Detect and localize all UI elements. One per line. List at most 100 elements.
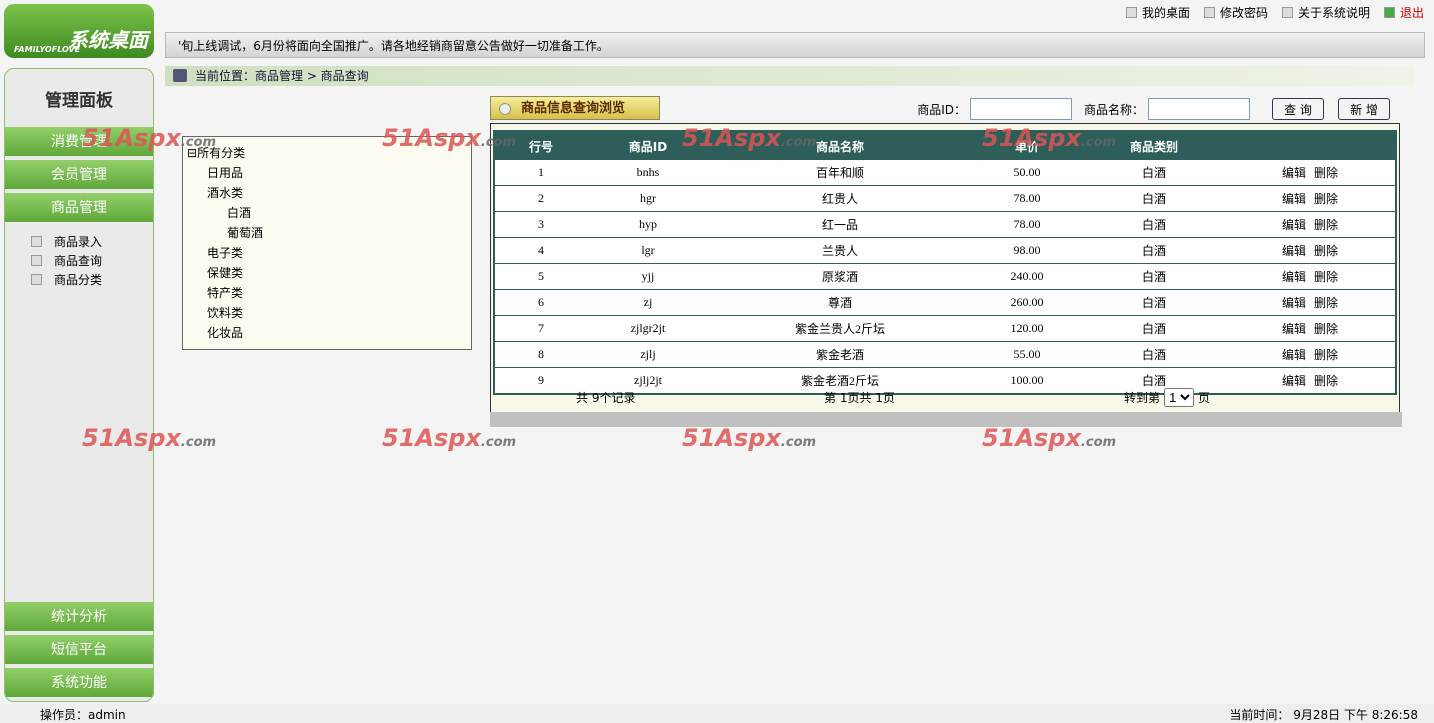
breadcrumb: 当前位置：商品管理 > 商品查询 [165,66,1413,86]
actions-cell: 编辑 删除 [1225,341,1396,368]
table-cell: hyp [587,211,709,238]
actions-cell: 编辑 删除 [1225,315,1396,342]
delete-link[interactable]: 删除 [1314,348,1338,362]
table-cell: 红一品 [709,211,971,238]
tree-node[interactable]: 保健类 [187,263,471,283]
table-row: 4 lgr 兰贵人 98.00 白酒 编辑 删除 [494,237,1396,264]
table-cell: zj [587,289,709,316]
tree-node[interactable]: 特产类 [187,283,471,303]
table-cell: 5 [494,263,587,290]
table-cell: 红贵人 [709,185,971,212]
add-button[interactable]: 新 增 [1338,98,1390,120]
table-cell: 120.00 [971,315,1083,342]
actions-cell: 编辑 删除 [1225,263,1396,290]
search-bar: 商品ID： 商品名称： 查 询 新 增 [917,98,1390,120]
menu-system[interactable]: 系统功能 [5,668,153,697]
tree-node[interactable]: 白酒 [187,203,471,223]
table-cell: lgr [587,237,709,264]
table-cell: 50.00 [971,160,1083,186]
table-cell: 98.00 [971,237,1083,264]
table-cell: 240.00 [971,263,1083,290]
product-id-input[interactable] [969,98,1072,120]
tree-node[interactable]: 化妆品 [187,323,471,343]
square-icon [1281,7,1293,18]
menu-products[interactable]: 商品管理 [5,193,153,222]
table-cell: 78.00 [971,211,1083,238]
submenu-product-entry[interactable]: 商品录入 [31,232,153,251]
menu-sms[interactable]: 短信平台 [5,635,153,664]
logo: FAMILYOFLOVE 系统桌面 [4,4,154,58]
nav-desktop[interactable]: 我的桌面 [1125,4,1190,21]
nav-change-password[interactable]: 修改密码 [1203,4,1268,21]
table-cell: 白酒 [1083,185,1225,212]
table-cell: zjlj [587,341,709,368]
tree-node-root[interactable]: ⊟所有分类 [187,143,471,163]
panel-shadow [490,412,1402,427]
tree-node[interactable]: 饮料类 [187,303,471,323]
panel-title: 商品信息查询浏览 [490,96,660,120]
tree-node[interactable]: 酒水类 [187,183,471,203]
actions-cell: 编辑 删除 [1225,211,1396,238]
delete-link[interactable]: 删除 [1314,296,1338,310]
table-cell: 2 [494,185,587,212]
table-cell: 兰贵人 [709,237,971,264]
menu-members[interactable]: 会员管理 [5,160,153,189]
edit-link[interactable]: 编辑 [1282,218,1306,232]
edit-link[interactable]: 编辑 [1282,322,1306,336]
table-cell: 1 [494,160,587,186]
table-row: 1 bnhs 百年和顺 50.00 白酒 编辑 删除 [494,160,1396,186]
actions-cell: 编辑 删除 [1225,289,1396,316]
table-cell: 白酒 [1083,160,1225,186]
watermark: 51Aspx.com [382,424,517,452]
delete-link[interactable]: 删除 [1314,192,1338,206]
menu-statistics[interactable]: 统计分析 [5,602,153,631]
actions-cell: 编辑 删除 [1225,160,1396,186]
table-row: 6 zj 尊酒 260.00 白酒 编辑 删除 [494,289,1396,316]
nav-logout[interactable]: 退出 [1383,4,1424,21]
col-name: 商品名称 [709,131,971,160]
search-button[interactable]: 查 询 [1272,98,1324,120]
square-icon [1203,7,1215,18]
product-name-input[interactable] [1148,98,1250,120]
col-id: 商品ID [587,131,709,160]
edit-link[interactable]: 编辑 [1282,348,1306,362]
edit-link[interactable]: 编辑 [1282,244,1306,258]
actions-cell: 编辑 删除 [1225,185,1396,212]
col-price: 单价 [971,131,1083,160]
table-cell: 8 [494,341,587,368]
square-icon [1383,7,1395,18]
edit-link[interactable]: 编辑 [1282,270,1306,284]
submenu-product-category[interactable]: 商品分类 [31,270,153,289]
edit-link[interactable]: 编辑 [1282,192,1306,206]
table-cell: 紫金兰贵人2斤坛 [709,315,971,342]
tree-node[interactable]: 日用品 [187,163,471,183]
delete-link[interactable]: 删除 [1314,270,1338,284]
table-cell: 白酒 [1083,315,1225,342]
delete-link[interactable]: 删除 [1314,244,1338,258]
table-cell: 白酒 [1083,263,1225,290]
square-icon [1125,7,1137,18]
table-cell: 7 [494,315,587,342]
menu-consumption[interactable]: 消费管理 [5,127,153,156]
submenu-product-query[interactable]: 商品查询 [31,251,153,270]
edit-link[interactable]: 编辑 [1282,166,1306,180]
tree-node[interactable]: 葡萄酒 [187,223,471,243]
tree-node[interactable]: 电子类 [187,243,471,263]
page-select[interactable]: 1 [1164,387,1195,407]
delete-link[interactable]: 删除 [1314,166,1338,180]
table-cell: 4 [494,237,587,264]
delete-link[interactable]: 删除 [1314,322,1338,336]
table-cell: 百年和顺 [709,160,971,186]
col-actions [1225,131,1396,160]
table-cell: yjj [587,263,709,290]
table-cell: 78.00 [971,185,1083,212]
table-row: 8 zjlj 紫金老酒 55.00 白酒 编辑 删除 [494,341,1396,368]
edit-link[interactable]: 编辑 [1282,296,1306,310]
table-cell: 白酒 [1083,211,1225,238]
table-cell: 白酒 [1083,289,1225,316]
table-row: 7 zjlgr2jt 紫金兰贵人2斤坛 120.00 白酒 编辑 删除 [494,315,1396,342]
category-tree: ⊟所有分类 日用品 酒水类 白酒 葡萄酒 电子类 保健类 特产类 饮料类 化妆品 [182,136,472,350]
table-cell: zjlgr2jt [587,315,709,342]
delete-link[interactable]: 删除 [1314,218,1338,232]
nav-about[interactable]: 关于系统说明 [1281,4,1370,21]
